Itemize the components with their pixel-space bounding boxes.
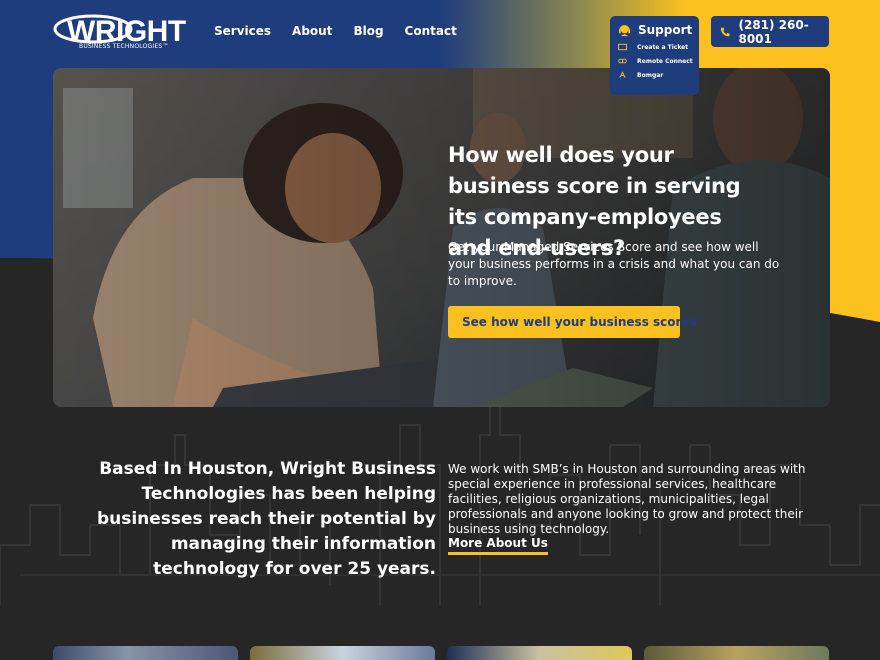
- about-heading: Based In Houston, Wright Business Techno…: [96, 459, 436, 579]
- remote-connect-icon: [618, 58, 627, 64]
- main-nav: Services About Blog Contact: [214, 24, 478, 38]
- support-item-remote-connect[interactable]: Remote Connect: [618, 57, 699, 65]
- support-menu: Support Create a Ticket Remote Connect B…: [610, 16, 699, 95]
- about-description: We work with SMB’s in Houston and surrou…: [448, 462, 806, 536]
- service-card[interactable]: [53, 646, 238, 660]
- support-item-create-ticket[interactable]: Create a Ticket: [618, 43, 699, 51]
- ticket-icon: [618, 43, 627, 51]
- nav-about[interactable]: About: [292, 24, 332, 38]
- nav-services[interactable]: Services: [214, 24, 271, 38]
- phone-icon: [720, 27, 730, 36]
- headset-icon: [618, 24, 631, 36]
- service-card[interactable]: [250, 646, 435, 660]
- service-cards: [53, 646, 830, 660]
- service-card[interactable]: [644, 646, 829, 660]
- company-logo[interactable]: WRIGHT BUSINESS TECHNOLOGIES™: [53, 12, 195, 54]
- phone-number: (281) 260-8001: [738, 17, 809, 46]
- more-about-us-link[interactable]: More About Us: [448, 536, 548, 555]
- cta-label: See how well your business scores: [462, 315, 697, 329]
- nav-contact[interactable]: Contact: [405, 24, 457, 38]
- hero-description: Get your Managed Services Score and see …: [448, 240, 780, 288]
- support-header[interactable]: Support: [618, 23, 699, 37]
- bomgar-icon: [619, 71, 626, 78]
- logo-tagline: BUSINESS TECHNOLOGIES™: [79, 43, 169, 50]
- managed-services-score-button[interactable]: See how well your business scores: [448, 306, 697, 338]
- nav-blog[interactable]: Blog: [353, 24, 383, 38]
- service-card[interactable]: [447, 646, 632, 660]
- support-item-bomgar[interactable]: Bomgar: [618, 71, 699, 79]
- phone-button[interactable]: (281) 260-8001: [711, 16, 829, 47]
- support-title: Support: [638, 23, 693, 37]
